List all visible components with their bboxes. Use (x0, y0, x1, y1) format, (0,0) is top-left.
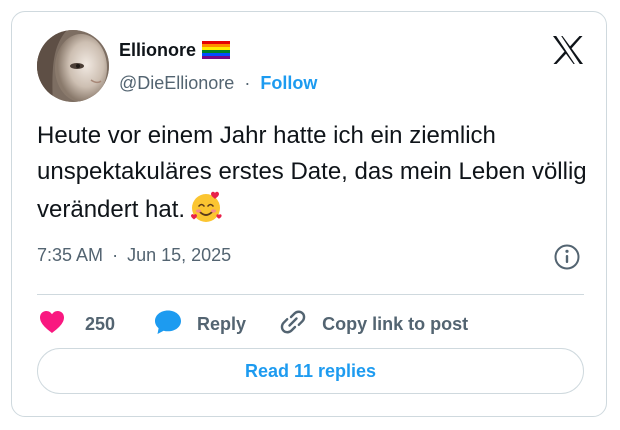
author-name-row: Ellionore (119, 38, 231, 62)
reply-label: Reply (197, 313, 247, 334)
divider (37, 294, 584, 295)
heart-icon (39, 310, 65, 339)
post-actions: 250 Reply Copy link to post (37, 302, 468, 346)
post-time: 7:35 AM (37, 245, 104, 265)
author-handle[interactable]: @DieEllionore (119, 73, 234, 93)
read-replies-button[interactable]: Read 11 replies (37, 348, 584, 394)
follow-button[interactable]: Follow (260, 73, 317, 93)
copy-link-label: Copy link to post (322, 313, 469, 334)
post-text: Heute vor einem Jahr hatte ich ein zieml… (37, 118, 597, 228)
embedded-post-card: Ellionore @DieEllionore · Follow Heute v… (11, 11, 607, 417)
avatar-photo (37, 30, 109, 102)
link-icon (279, 308, 307, 341)
handle-separator: · (244, 73, 251, 93)
like-count: 250 (85, 313, 116, 334)
post-timestamp[interactable]: 7:35 AM · Jun 15, 2025 (37, 243, 231, 267)
post-date: Jun 15, 2025 (127, 245, 232, 265)
speech-bubble-icon (154, 309, 182, 340)
post-text-content: Heute vor einem Jahr hatte ich ein zieml… (37, 122, 587, 223)
info-icon[interactable] (553, 243, 581, 271)
copy-link-button[interactable]: Copy link to post (279, 308, 468, 341)
author-display-name[interactable]: Ellionore (119, 38, 196, 62)
author-handle-row: @DieEllionore · Follow (119, 71, 317, 95)
read-replies-label: Read 11 replies (244, 360, 377, 381)
timestamp-separator: · (112, 245, 119, 265)
reply-button[interactable]: Reply (154, 309, 246, 340)
rainbow-flag-icon (202, 41, 231, 59)
avatar[interactable] (37, 30, 109, 102)
like-button[interactable]: 250 (39, 310, 115, 339)
smiling-face-with-hearts-icon (189, 190, 223, 224)
x-logo-icon[interactable] (552, 35, 584, 65)
